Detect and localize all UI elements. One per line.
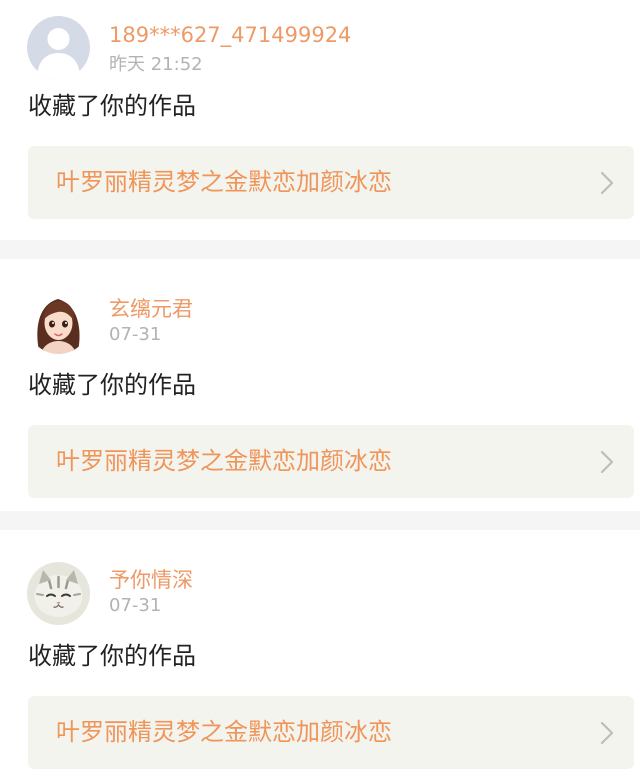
work-title: 叶罗丽精灵梦之金默恋加颜冰恋 [56, 447, 392, 475]
cat-avatar-icon [27, 562, 90, 625]
anime-girl-avatar-icon [27, 291, 90, 354]
work-title: 叶罗丽精灵梦之金默恋加颜冰恋 [56, 168, 392, 196]
chevron-right-icon [600, 450, 614, 474]
notification-item: 189***627_471499924 昨天 21:52 收藏了你的作品 叶罗丽… [0, 0, 640, 240]
notification-header: 189***627_471499924 昨天 21:52 [0, 0, 640, 80]
work-link[interactable]: 叶罗丽精灵梦之金默恋加颜冰恋 [28, 696, 634, 769]
action-text: 收藏了你的作品 [28, 642, 196, 670]
notification-header: 玄缡元君 07-31 [0, 259, 640, 354]
section-separator [0, 511, 640, 530]
avatar[interactable] [27, 291, 90, 354]
notification-header: 予你情深 07-31 [0, 530, 640, 625]
work-link[interactable]: 叶罗丽精灵梦之金默恋加颜冰恋 [28, 146, 634, 219]
default-user-avatar-icon [27, 16, 90, 79]
username[interactable]: 玄缡元君 [109, 295, 193, 323]
notification-item: 玄缡元君 07-31 收藏了你的作品 叶罗丽精灵梦之金默恋加颜冰恋 [0, 259, 640, 511]
action-text: 收藏了你的作品 [28, 92, 196, 120]
timestamp: 07-31 [109, 324, 162, 345]
avatar[interactable] [27, 562, 90, 625]
timestamp: 07-31 [109, 595, 162, 616]
avatar[interactable] [27, 16, 90, 79]
timestamp: 昨天 21:52 [109, 54, 203, 75]
chevron-right-icon [600, 721, 614, 745]
work-title: 叶罗丽精灵梦之金默恋加颜冰恋 [56, 718, 392, 746]
notification-feed: 189***627_471499924 昨天 21:52 收藏了你的作品 叶罗丽… [0, 0, 640, 772]
chevron-right-icon [600, 171, 614, 195]
username[interactable]: 189***627_471499924 [109, 21, 351, 49]
work-link[interactable]: 叶罗丽精灵梦之金默恋加颜冰恋 [28, 425, 634, 498]
section-separator [0, 240, 640, 259]
notification-item: 予你情深 07-31 收藏了你的作品 叶罗丽精灵梦之金默恋加颜冰恋 [0, 530, 640, 772]
action-text: 收藏了你的作品 [28, 371, 196, 399]
username[interactable]: 予你情深 [109, 566, 193, 594]
